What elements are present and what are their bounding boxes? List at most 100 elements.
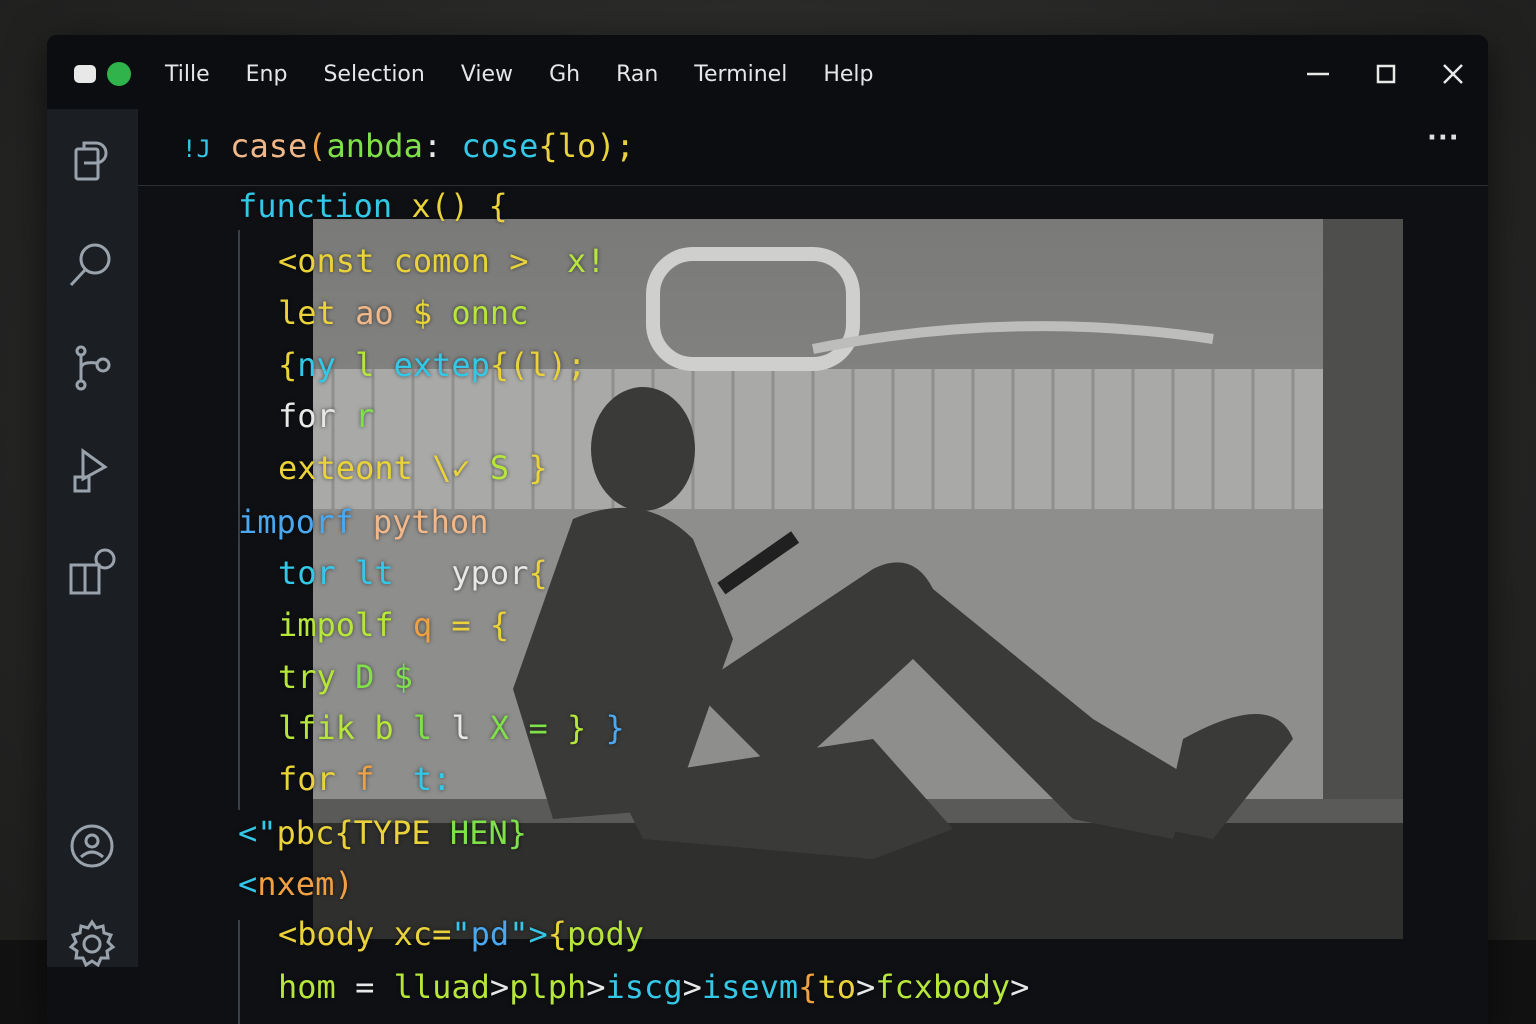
code-token: = [355, 968, 394, 1006]
code-token: impolf [278, 606, 413, 644]
menu-item-file[interactable]: Tille [165, 60, 228, 90]
code-token: nxem [257, 865, 335, 903]
code-line[interactable]: <nxem) [238, 864, 354, 904]
code-token: { [528, 554, 548, 592]
code-line[interactable]: let ao $ onnc [278, 293, 528, 333]
code-token: $ [412, 294, 452, 332]
tab-title-part: ); [596, 127, 635, 165]
code-token: } [605, 709, 625, 747]
close-icon[interactable] [1436, 57, 1470, 91]
account-icon[interactable] [65, 819, 119, 873]
code-token: > [855, 968, 876, 1006]
code-token: \✓ [432, 449, 490, 487]
code-token: try [278, 658, 356, 696]
code-token: { [278, 346, 298, 384]
minimize-icon[interactable] [1301, 57, 1335, 91]
menu-bar: Tille Enp Selection View Gh Ran Terminel… [165, 60, 891, 90]
code-line[interactable]: tor lt ypor{ [278, 553, 548, 593]
code-token: xc= [393, 915, 452, 953]
menu-item-run[interactable]: Ran [598, 60, 676, 90]
menu-item-view[interactable]: View [443, 60, 531, 90]
code-token: <body [278, 915, 394, 953]
code-token: S [489, 449, 529, 487]
code-token: "> [509, 915, 548, 953]
code-token: > [1010, 968, 1030, 1006]
search-icon[interactable] [65, 237, 119, 291]
code-token: plph [509, 968, 587, 1006]
editor-window: Tille Enp Selection View Gh Ran Terminel… [47, 35, 1488, 1024]
menu-item-edit[interactable]: Enp [228, 60, 306, 90]
code-line[interactable]: for r [278, 396, 374, 436]
code-token: for [278, 760, 356, 798]
tab-title-part: ( [307, 127, 327, 165]
code-token: = [528, 709, 567, 747]
code-token: q [412, 606, 452, 644]
code-line[interactable]: hom = lluad>plph>iscg>isevm{to>fcxbody> [278, 967, 1029, 1007]
code-token: l [412, 709, 452, 747]
code-token: fcxbody [875, 968, 1011, 1006]
maximize-icon[interactable] [1369, 57, 1403, 91]
tab-title-part: case [230, 127, 308, 165]
window-dot-green[interactable] [107, 62, 131, 86]
code-line[interactable]: function x() { [238, 186, 508, 226]
code-token: python [372, 503, 489, 541]
code-token: for [278, 397, 356, 435]
more-actions-icon[interactable]: ··· [1427, 123, 1460, 153]
code-token: $ [393, 658, 413, 696]
code-token: tor [278, 554, 356, 592]
code-token: " [451, 915, 471, 953]
code-token: {TYPE [334, 814, 450, 852]
code-token: let [278, 294, 356, 332]
files-icon[interactable] [65, 135, 119, 189]
indent-guide-2 [238, 920, 240, 1024]
code-token: b [374, 709, 413, 747]
window-dot-grey[interactable] [74, 65, 96, 83]
code-line[interactable]: <onst comon > x! [278, 241, 606, 281]
run-debug-icon[interactable] [65, 443, 119, 497]
menu-item-selection[interactable]: Selection [305, 60, 442, 90]
code-token: isevm [701, 968, 799, 1006]
tab-prefix: !J [182, 135, 211, 163]
code-line[interactable]: try D $ [278, 657, 413, 697]
extensions-icon[interactable] [65, 545, 119, 599]
code-line[interactable]: <"pbc{TYPE HEN} [238, 813, 527, 853]
code-token: lt [355, 554, 413, 592]
code-token: <onst [278, 242, 394, 280]
code-token: l [355, 346, 394, 384]
code-token: pd [470, 915, 510, 953]
code-line[interactable]: {ny l extep{(l); [278, 345, 586, 385]
code-editor[interactable]: function x() { <onst comon > x! let ao $ o… [138, 186, 1488, 1024]
menu-item-help[interactable]: Help [805, 60, 891, 90]
menu-item-go[interactable]: Gh [531, 60, 598, 90]
code-token: imporf [238, 503, 373, 541]
code-token: ao [355, 294, 413, 332]
code-token: onnc [451, 294, 529, 332]
code-token: to [817, 968, 856, 1006]
code-line[interactable]: lfik b l l X = } } [278, 708, 625, 748]
tab-title-part: cose [461, 127, 539, 165]
code-token: } [528, 449, 548, 487]
tab-title[interactable]: !J case(anbda: cose{lo); [182, 127, 635, 165]
settings-gear-icon[interactable] [65, 917, 119, 971]
code-token: <" [238, 814, 277, 852]
code-token: x() { [411, 187, 508, 225]
code-token: ) [334, 865, 354, 903]
code-token: iscg [605, 968, 683, 1006]
tab-title-part: anbda [326, 127, 423, 165]
menu-item-terminal[interactable]: Terminel [676, 60, 805, 90]
source-control-icon[interactable] [65, 341, 119, 395]
code-token: comon [393, 242, 510, 280]
code-token: ypor [451, 554, 529, 592]
code-line[interactable]: impolf q = { [278, 605, 509, 645]
code-line[interactable]: for f t: [278, 759, 451, 799]
code-token: function [238, 187, 412, 225]
code-token: > [682, 968, 702, 1006]
code-line[interactable]: <body xc="pd">{pody [278, 914, 644, 954]
tab-title-part: lo [557, 127, 597, 165]
tab-title-part: { [538, 127, 558, 165]
code-line[interactable]: imporf python [238, 502, 488, 542]
code-line[interactable]: exteont \✓ S } [278, 448, 548, 488]
tab-title-part: : [422, 127, 462, 165]
code-token: ny [297, 346, 356, 384]
